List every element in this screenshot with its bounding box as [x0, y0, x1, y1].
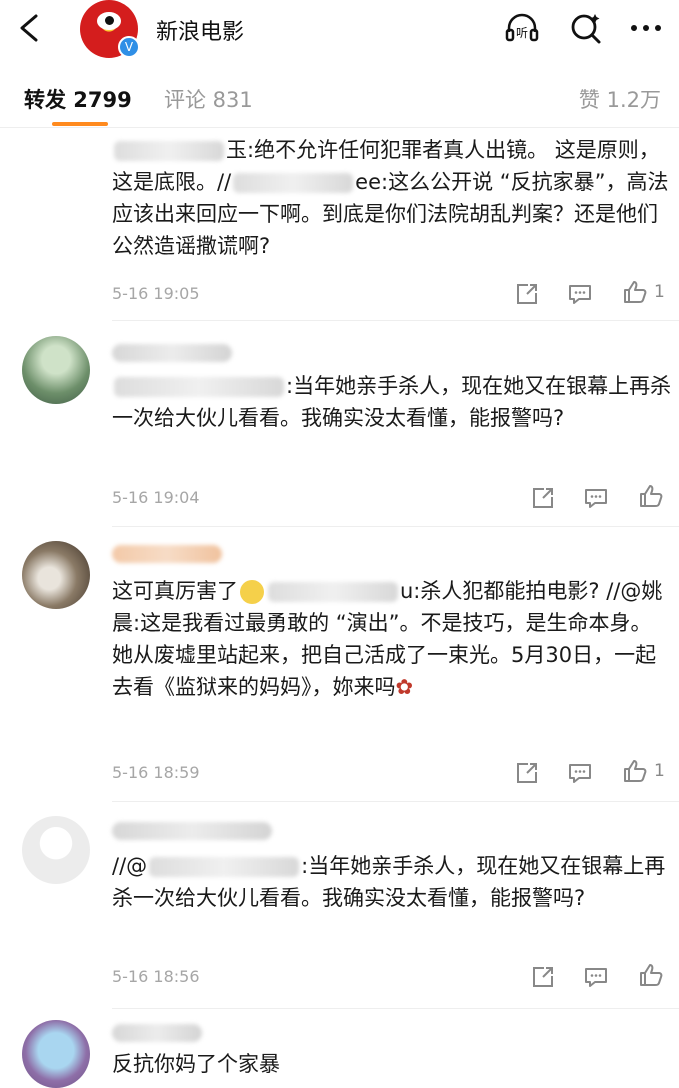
- item-divider: [112, 801, 679, 802]
- repost-text: //@:当年她亲手杀人，现在她又在银幕上再杀一次给大伙儿看看。我确实没太看懂，能…: [112, 850, 672, 914]
- item-divider: [112, 1008, 679, 1009]
- redacted-username: [268, 582, 398, 602]
- repost-text: 这可真厉害了 u:杀人犯都能拍电影? //@姚晨:这是我看过最勇敢的 “演出”。不…: [112, 575, 672, 703]
- redacted-username: [112, 1024, 202, 1042]
- comment-icon[interactable]: [567, 281, 593, 307]
- share-icon[interactable]: [514, 760, 540, 786]
- share-icon[interactable]: [530, 964, 556, 990]
- avatar[interactable]: [22, 336, 90, 404]
- comment-icon[interactable]: [583, 485, 609, 511]
- share-icon[interactable]: [514, 281, 540, 307]
- tab-comments[interactable]: 评论 831: [164, 84, 253, 114]
- redacted-username: [112, 822, 272, 840]
- like-icon[interactable]: [638, 962, 664, 988]
- account-name[interactable]: 新浪电影: [156, 14, 244, 46]
- search-icon[interactable]: [568, 10, 604, 46]
- rose-icon: ✿: [395, 675, 414, 699]
- redacted-username: [112, 344, 232, 362]
- like-count: 1: [654, 282, 665, 302]
- back-arrow-icon[interactable]: [16, 12, 44, 44]
- redacted-username: [149, 857, 300, 877]
- logo-eye-icon: [97, 12, 121, 30]
- top-bar: V 新浪电影 听: [0, 0, 679, 58]
- active-tab-indicator: [52, 122, 108, 126]
- timestamp: 5-16 19:05: [112, 284, 200, 303]
- emoji-icon: [240, 580, 264, 604]
- like-count: 1: [654, 761, 665, 781]
- verified-badge-icon: V: [118, 36, 140, 58]
- redacted-username: [114, 141, 224, 161]
- share-icon[interactable]: [530, 485, 556, 511]
- item-divider: [112, 320, 679, 321]
- like-icon[interactable]: [638, 483, 664, 509]
- comment-icon[interactable]: [567, 760, 593, 786]
- like-icon[interactable]: [622, 279, 648, 305]
- repost-text: :当年她亲手杀人，现在她又在银幕上再杀一次给大伙儿看看。我确实没太看懂，能报警吗…: [112, 370, 672, 434]
- timestamp: 5-16 18:56: [112, 967, 200, 986]
- redacted-username: [114, 377, 284, 397]
- comment-icon[interactable]: [583, 964, 609, 990]
- like-icon[interactable]: [622, 758, 648, 784]
- repost-text-part-1: 反抗你妈了个家暴: [112, 1052, 280, 1076]
- redacted-username: [233, 173, 354, 193]
- tab-bar: 转发 2799 评论 831 赞 1.2万: [0, 80, 679, 128]
- avatar[interactable]: [22, 1020, 90, 1088]
- more-icon[interactable]: [628, 10, 664, 46]
- avatar[interactable]: [22, 816, 90, 884]
- tab-repost[interactable]: 转发 2799: [24, 84, 132, 114]
- timestamp: 5-16 18:59: [112, 763, 200, 782]
- repost-text-part-1: //@: [112, 854, 148, 878]
- redacted-username: [112, 545, 222, 563]
- repost-text-part-1: 这可真厉害了: [112, 579, 238, 603]
- item-divider: [112, 526, 679, 527]
- repost-text: 玉:绝不允许任何犯罪者真人出镜。 这是原则，这是底限。//ee:这么公开说 “反…: [112, 134, 672, 262]
- tab-likes[interactable]: 赞 1.2万: [579, 84, 661, 114]
- repost-text: 反抗你妈了个家暴: [112, 1048, 672, 1080]
- listen-label: 听: [516, 26, 528, 40]
- avatar[interactable]: [22, 541, 90, 609]
- listen-icon[interactable]: 听: [504, 10, 540, 46]
- tabs-divider: [0, 127, 679, 128]
- timestamp: 5-16 19:04: [112, 488, 200, 507]
